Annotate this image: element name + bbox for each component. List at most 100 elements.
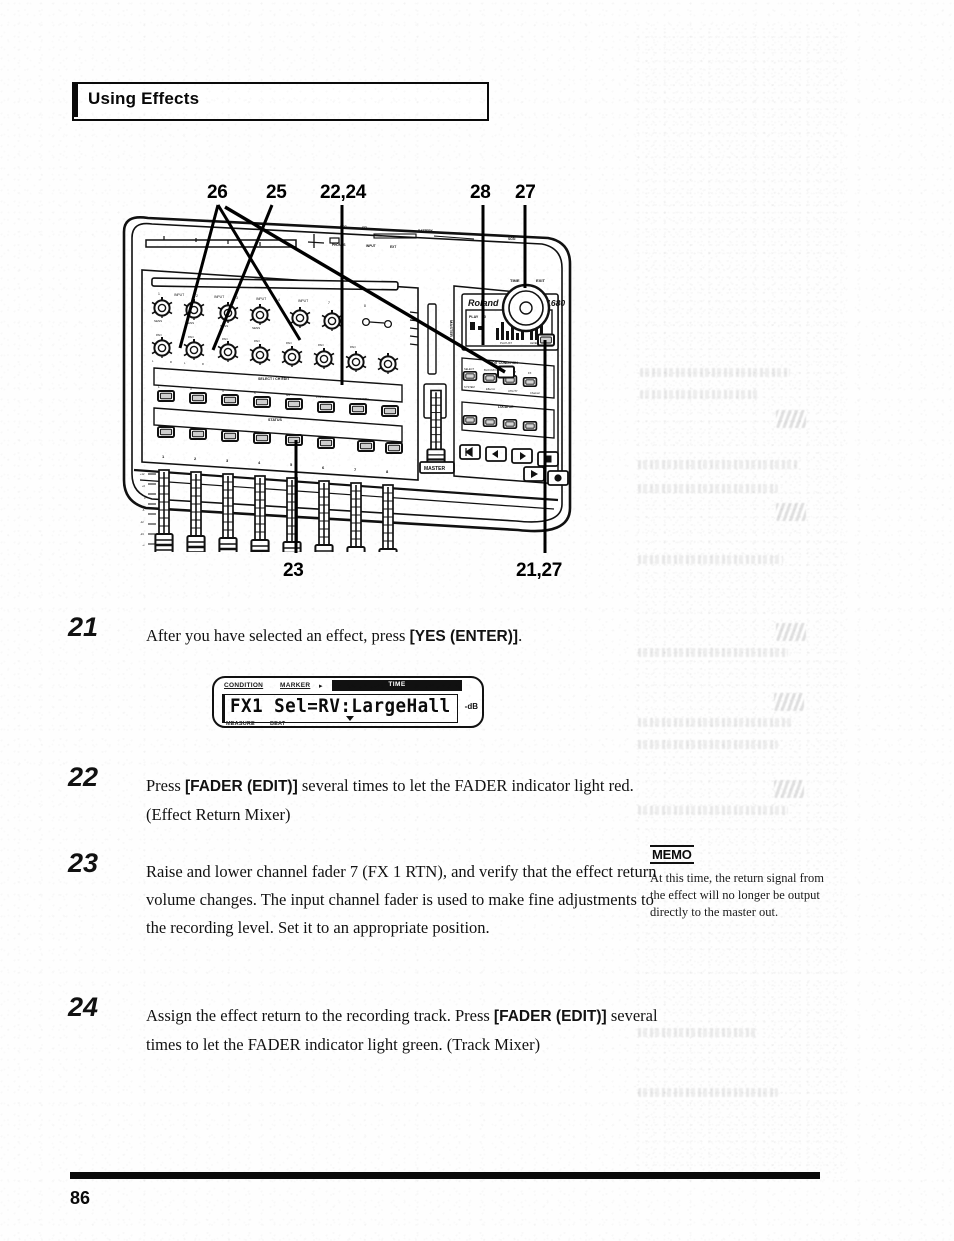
- step-24-text: Assign the effect return to the recordin…: [146, 1002, 671, 1059]
- svg-text:INPUT: INPUT: [174, 293, 184, 297]
- svg-text:1: 1: [158, 292, 160, 296]
- svg-text:PAN: PAN: [156, 333, 162, 337]
- svg-text:PLAYLIST: PLAYLIST: [500, 341, 512, 345]
- svg-text:REC: REC: [340, 225, 347, 229]
- lcd-label-measure: MEASURE: [226, 721, 255, 727]
- svg-text:SELECT: SELECT: [464, 367, 475, 371]
- svg-text:UTILITY: UTILITY: [508, 389, 518, 393]
- mixer-device-illustration: REC SEL PHONES INPUT EXT BATTERY SCSI 1 INPU…: [122, 216, 572, 552]
- step-24-number: 24: [68, 992, 99, 1022]
- svg-text:8: 8: [364, 304, 366, 308]
- page-number: 86: [70, 1188, 91, 1208]
- show-through-number: [776, 503, 806, 521]
- show-through-number: [774, 693, 804, 711]
- callout-27: 27: [515, 182, 536, 203]
- svg-text:PHONES: PHONES: [332, 243, 345, 247]
- svg-text:SEL: SEL: [362, 226, 368, 230]
- step-21-text: After you have selected an effect, press…: [146, 622, 646, 651]
- step-21-text-before: After you have selected an effect, press: [146, 626, 410, 645]
- callout-23: 23: [283, 560, 304, 581]
- lcd-label-time: TIME: [388, 681, 406, 688]
- section-header-box: Using Effects: [71, 81, 489, 121]
- step-21-bold: [YES (ENTER)]: [409, 628, 519, 645]
- show-through-number: [776, 410, 806, 428]
- svg-text:SENS: SENS: [154, 319, 162, 323]
- svg-text:4: 4: [278, 298, 280, 302]
- svg-text:EDIT CONDITION: EDIT CONDITION: [490, 361, 518, 365]
- marker-arrow-icon: ▸: [319, 682, 323, 690]
- svg-text:PAN: PAN: [222, 337, 228, 341]
- svg-text:PLAY: PLAY: [469, 315, 479, 319]
- svg-text:R: R: [170, 360, 172, 364]
- step-22-text-before: Press: [146, 776, 185, 795]
- show-through-line: [638, 555, 783, 564]
- callout-26: 26: [207, 182, 228, 203]
- svg-text:001-04-0123: 001-04-0123: [510, 315, 530, 319]
- svg-text:6/6: 6/6: [286, 393, 291, 397]
- svg-text:0: 0: [484, 315, 486, 319]
- svg-text:VS-1680: VS-1680: [532, 298, 565, 308]
- svg-text:BLOCK/FX: BLOCK/FX: [484, 368, 497, 372]
- step-23-text-before: Raise and lower channel fader 7 (FX 1 RT…: [146, 862, 657, 937]
- lcd-cursor-marker: [346, 716, 354, 721]
- show-through-line: [638, 740, 778, 749]
- svg-text:EXT: EXT: [390, 245, 396, 249]
- svg-text:-24: -24: [140, 532, 144, 536]
- show-through-line: [640, 368, 790, 377]
- page-title: Using Effects: [88, 89, 200, 108]
- svg-text:INPUT: INPUT: [366, 244, 376, 248]
- memo-label: MEMO: [650, 845, 694, 864]
- step-23-text: Raise and lower channel fader 7 (FX 1 RT…: [146, 858, 658, 942]
- step-21-text-after: .: [518, 626, 523, 645]
- svg-text:EFFECT: EFFECT: [506, 370, 517, 374]
- show-through-number: [774, 780, 804, 798]
- memo-note: MEMO At this time, the return signal fro…: [650, 845, 825, 921]
- svg-text:SYSTEM: SYSTEM: [464, 385, 475, 389]
- lcd-screen: FX1 Sel=RV:LargeHall: [222, 694, 458, 723]
- callout-25: 25: [266, 182, 287, 203]
- show-through-number: [776, 623, 806, 641]
- svg-text:SELECT / CH EDIT: SELECT / CH EDIT: [258, 377, 290, 381]
- callout-21-27: 21,27: [516, 560, 563, 581]
- svg-text:FX: FX: [528, 371, 532, 375]
- show-through-line: [638, 1088, 778, 1097]
- svg-text:-∞: -∞: [142, 544, 145, 547]
- svg-text:-12: -12: [140, 520, 144, 524]
- svg-text:SENS: SENS: [186, 321, 194, 325]
- step-22-number: 22: [68, 762, 99, 792]
- svg-text:PAN: PAN: [254, 339, 260, 343]
- svg-text:PAN: PAN: [188, 335, 194, 339]
- lcd-display-figure: CONDITION MARKER ▸ TIME FX1 Sel=RV:Large…: [212, 676, 484, 728]
- show-through-line: [640, 390, 760, 399]
- svg-text:SCSI: SCSI: [508, 237, 516, 241]
- lcd-top-labels: CONDITION MARKER ▸ TIME: [222, 680, 474, 693]
- lcd-label-condition: CONDITION: [224, 682, 264, 689]
- lcd-readout-text: FX1 Sel=RV:LargeHall: [230, 696, 451, 718]
- svg-text:INPUT: INPUT: [298, 299, 308, 303]
- lcd-label-marker: MARKER: [280, 682, 311, 689]
- svg-text:Channel: Channel: [530, 391, 540, 395]
- svg-text:PAN: PAN: [318, 343, 324, 347]
- svg-text:R: R: [202, 362, 204, 366]
- memo-text: At this time, the return signal from the…: [650, 871, 824, 919]
- svg-text:BATTERY: BATTERY: [418, 229, 434, 233]
- show-through-line: [638, 648, 788, 657]
- step-24-text-before: Assign the effect return to the recordin…: [146, 1006, 494, 1025]
- step-24-bold: [FADER (EDIT)]: [493, 1008, 607, 1025]
- svg-text:SENS: SENS: [220, 324, 228, 328]
- step-22-bold: [FADER (EDIT)]: [184, 778, 298, 795]
- svg-text:LOCATOR: LOCATOR: [498, 405, 514, 409]
- svg-text:PAN: PAN: [350, 345, 356, 349]
- callout-28: 28: [470, 182, 491, 203]
- svg-text:SENS: SENS: [252, 326, 260, 330]
- svg-text:PAN: PAN: [286, 341, 292, 345]
- svg-text:Effect A: Effect A: [486, 387, 495, 391]
- svg-text:STATUS: STATUS: [268, 418, 282, 422]
- svg-text:FX1 RTN: FX1 RTN: [316, 395, 328, 399]
- svg-text:FX2 RTN: FX2 RTN: [356, 397, 368, 401]
- svg-text:3: 3: [236, 296, 238, 300]
- step-22-text: Press [FADER (EDIT)] several times to le…: [146, 772, 646, 829]
- svg-text:Roland: Roland: [468, 298, 499, 308]
- svg-text:2: 2: [196, 294, 198, 298]
- lcd-label-beat: BEAT: [270, 721, 286, 727]
